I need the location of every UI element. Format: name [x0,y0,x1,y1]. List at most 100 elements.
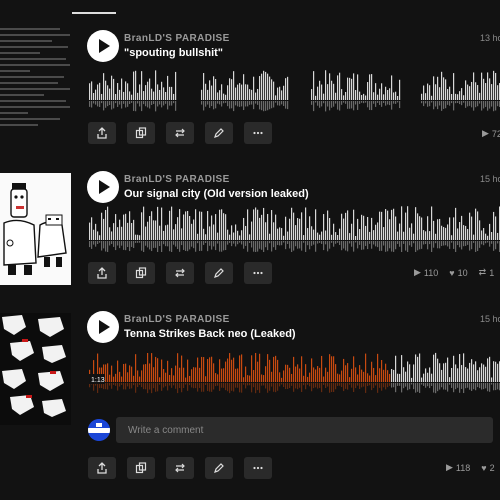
waveform-bar-reflection [241,101,243,107]
edit-button[interactable] [205,122,233,144]
play-button[interactable] [87,171,119,203]
copy-link-button[interactable] [127,262,155,284]
waveform-bar-reflection [115,241,117,251]
waveform-bar-reflection [231,241,233,247]
waveform-bar [287,364,289,382]
waveform-bar [423,230,425,240]
waveform-bar-reflection [421,383,423,385]
waveform-bar [235,87,237,100]
play-button[interactable] [87,30,119,62]
edit-button[interactable] [205,262,233,284]
play-button[interactable] [87,311,119,343]
waveform-bar [467,84,469,100]
waveform-bar-reflection [357,101,359,110]
waveform-bar-reflection [111,383,113,389]
waveform-bar-reflection [335,383,337,390]
track-artist[interactable]: BranLD'S PARADISE [124,174,230,185]
waveform-bar [267,213,269,240]
waveform-bar-reflection [217,101,219,104]
more-button[interactable] [244,262,272,284]
waveform-bar-reflection [233,101,235,112]
track-title[interactable]: Our signal city (Old version leaked) [124,188,309,200]
waveform[interactable] [89,70,500,112]
waveform-bar-reflection [257,383,259,391]
edit-button[interactable] [205,457,233,479]
waveform-bar [119,89,121,100]
waveform-bar-reflection [405,241,407,251]
waveform-bar-reflection [233,241,235,244]
share-button[interactable] [88,122,116,144]
waveform-bar [311,358,313,382]
more-button[interactable] [244,122,272,144]
waveform-bar-reflection [235,101,237,106]
waveform-bar [445,362,447,382]
track-title[interactable]: "spouting bullshit" [124,47,223,59]
waveform-bar [187,359,189,382]
repost-button[interactable] [166,262,194,284]
repost-button[interactable] [166,122,194,144]
waveform-bar-reflection [483,241,485,246]
waveform-bar-reflection [235,241,237,247]
waveform-bar [263,375,265,382]
waveform-bar [483,228,485,240]
waveform-bar [493,361,495,382]
waveform-bar-reflection [273,101,275,108]
copy-link-button[interactable] [127,122,155,144]
waveform-bar-reflection [201,241,203,251]
waveform-bar [351,368,353,382]
waveform-bar-reflection [135,101,137,112]
waveform-svg[interactable] [89,70,500,112]
comment-input[interactable] [116,417,493,443]
avatar[interactable] [88,419,110,441]
share-button[interactable] [88,457,116,479]
avatar-image [88,419,110,441]
waveform-bar [235,224,237,240]
waveform-bar-reflection [339,101,341,111]
track-artist[interactable]: BranLD'S PARADISE [124,314,230,325]
waveform-bar-reflection [327,241,329,252]
track-artist[interactable]: BranLD'S PARADISE [124,33,230,44]
waveform-bar [237,230,239,240]
waveform-bar [277,359,279,382]
waveform-bar-reflection [131,241,133,247]
waveform-bar-reflection [337,383,339,386]
waveform-svg[interactable]: 1:13 [89,350,500,394]
waveform-bar [435,352,437,382]
waveform-bar [205,234,207,240]
share-button[interactable] [88,262,116,284]
more-button[interactable] [244,457,272,479]
waveform-bar-reflection [133,101,135,111]
waveform-bar-reflection [273,383,275,392]
waveform-bar-reflection [359,101,361,104]
waveform-bar-reflection [387,241,389,252]
waveform-bar-reflection [411,383,413,385]
waveform-bar-reflection [143,241,145,252]
track-stats: ▶ 72 [482,128,500,139]
track-title[interactable]: Tenna Strikes Back neo (Leaked) [124,328,296,340]
copy-link-button[interactable] [127,457,155,479]
waveform-bar [199,211,201,240]
waveform-bar-reflection [431,383,433,386]
waveform-bar-reflection [91,101,93,108]
waveform-bar [213,363,215,382]
waveform-bar [403,367,405,382]
waveform-bar-reflection [377,101,379,103]
waveform-svg[interactable] [89,206,500,252]
waveform-bar [131,94,133,100]
waveform-bar-reflection [405,383,407,387]
waveform-bar-reflection [245,383,247,389]
waveform-bar [317,86,319,100]
waveform-bar [463,225,465,240]
play-count: 118 [455,462,471,473]
waveform-bar-reflection [243,241,245,249]
copy-icon [135,462,147,474]
waveform-bar [353,73,355,100]
waveform-bar-reflection [283,383,285,388]
waveform-bar-reflection [371,383,373,391]
waveform-bar-reflection [449,241,451,249]
waveform[interactable] [89,206,500,252]
waveform-bar [475,208,477,240]
track-stats: ▶ 118 ♥ 2 [446,462,495,473]
repost-button[interactable] [166,457,194,479]
waveform[interactable]: 1:13 [89,350,500,394]
